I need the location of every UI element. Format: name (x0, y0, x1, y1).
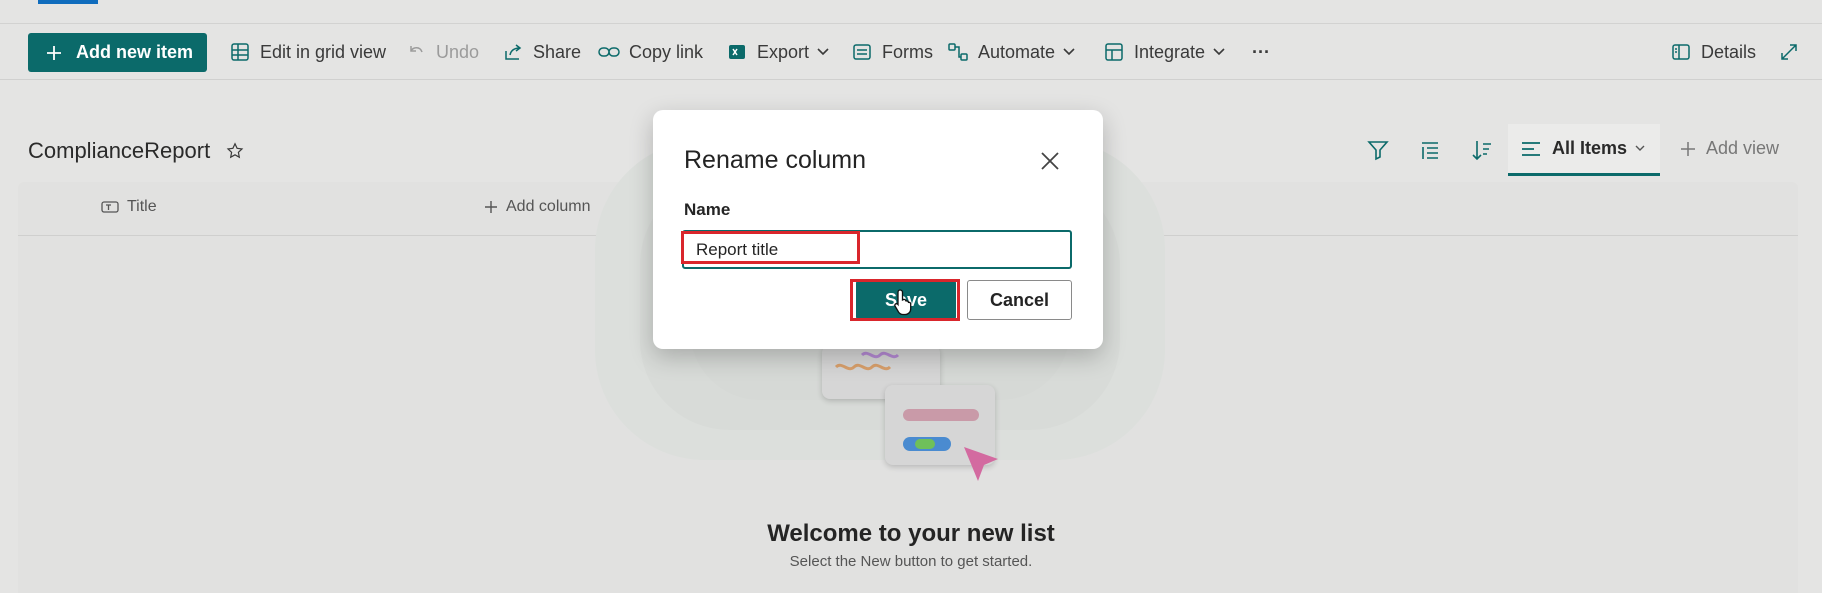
details-pane-icon (1670, 41, 1692, 63)
add-column-label: Add column (506, 198, 591, 215)
dialog-title: Rename column (684, 146, 867, 174)
excel-icon (726, 41, 748, 63)
text-field-icon (101, 200, 119, 214)
share-label: Share (533, 41, 582, 62)
export-menu-button[interactable]: Export (726, 24, 829, 80)
automate-menu-button[interactable]: Automate (947, 24, 1075, 80)
edit-grid-view-label: Edit in grid view (260, 41, 387, 62)
share-button[interactable]: Share (502, 24, 581, 80)
undo-button[interactable]: Undo (405, 24, 479, 80)
forms-label: Forms (882, 41, 933, 62)
integrate-menu-button[interactable]: Integrate (1103, 24, 1225, 80)
column-header-title[interactable]: Title (101, 198, 157, 216)
forms-button[interactable]: Forms (851, 24, 933, 80)
column-title-label: Title (127, 198, 157, 215)
add-column-button[interactable]: Add column (484, 198, 591, 216)
view-name: All Items (1552, 138, 1628, 158)
list-title: ComplianceReport (28, 138, 211, 163)
favorite-star-icon[interactable] (226, 142, 244, 160)
integrate-label: Integrate (1134, 41, 1206, 62)
rename-column-dialog: Rename column Name Save Cancel (653, 110, 1103, 349)
expand-button[interactable] (1778, 24, 1809, 80)
list-title-row: ComplianceReport (28, 138, 244, 164)
list-view-icon (1418, 138, 1442, 167)
group-by-button[interactable] (1418, 138, 1442, 166)
view-lines-icon (1520, 139, 1542, 159)
hand-cursor-icon (893, 288, 915, 316)
empty-state-heading: Welcome to your new list (767, 520, 1055, 547)
edit-grid-view-button[interactable]: Edit in grid view (229, 24, 386, 80)
flow-icon (947, 41, 969, 63)
details-button[interactable]: Details (1670, 24, 1756, 80)
view-selector-all-items[interactable]: All Items (1508, 124, 1660, 176)
forms-icon (851, 41, 873, 63)
expand-icon (1778, 41, 1800, 63)
automate-label: Automate (978, 41, 1056, 62)
plus-icon (46, 45, 62, 61)
chevron-down-icon (1635, 145, 1645, 152)
name-field-label: Name (684, 200, 731, 219)
export-label: Export (757, 41, 810, 62)
integrate-icon (1103, 41, 1125, 63)
link-icon (598, 41, 620, 63)
more-icon: ··· (1252, 41, 1270, 62)
close-button[interactable] (1037, 148, 1063, 174)
share-icon (502, 41, 524, 63)
pointer-arrow-icon (962, 445, 1000, 490)
empty-state-subtext: Select the New button to get started. (789, 553, 1033, 570)
plus-icon (484, 200, 498, 214)
cancel-button[interactable]: Cancel (967, 280, 1072, 320)
sort-icon (1470, 138, 1494, 167)
add-new-item-button[interactable]: Add new item (28, 33, 207, 72)
add-new-item-label: Add new item (76, 42, 194, 62)
chevron-down-icon (1063, 48, 1075, 56)
chevron-down-icon (817, 48, 829, 56)
filter-button[interactable] (1366, 138, 1390, 166)
sort-button[interactable] (1470, 138, 1494, 166)
suite-bar-accent (38, 0, 98, 4)
copy-link-label: Copy link (629, 41, 704, 62)
grid-icon (229, 41, 251, 63)
filter-icon (1366, 138, 1390, 167)
add-view-label: Add view (1706, 138, 1780, 158)
close-icon (1041, 152, 1059, 170)
chevron-down-icon (1213, 48, 1225, 56)
undo-icon (405, 41, 427, 63)
plus-icon (1680, 141, 1696, 157)
details-label: Details (1701, 41, 1757, 62)
more-options-button[interactable]: ··· (1252, 24, 1270, 80)
undo-label: Undo (436, 41, 480, 62)
add-view-button[interactable]: Add view (1680, 138, 1779, 159)
column-name-input[interactable] (682, 230, 1072, 269)
top-strip (0, 0, 1822, 24)
copy-link-button[interactable]: Copy link (598, 24, 703, 80)
